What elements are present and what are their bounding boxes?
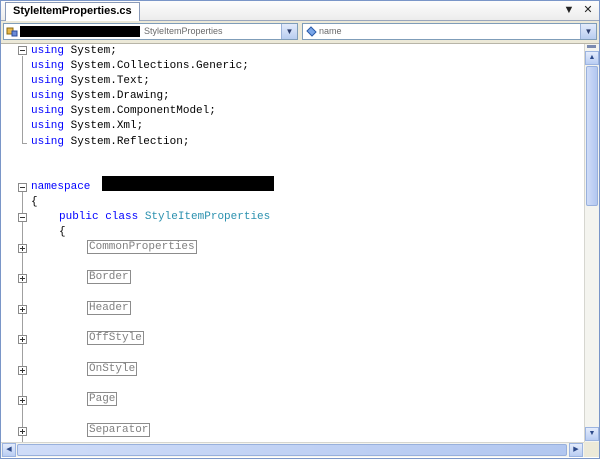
navigation-bar: StyleItemProperties ▼ name ▼ (1, 21, 599, 44)
scroll-down-button[interactable]: ▼ (585, 427, 599, 441)
code-line-using: using System.Text; (31, 75, 150, 87)
code-line-using: using System; (31, 45, 117, 57)
collapsed-region[interactable]: Page (87, 392, 118, 407)
code-line-brace: { (31, 196, 38, 208)
outline-guide-end (22, 143, 27, 144)
tab-styleitemproperties-cs[interactable]: StyleItemProperties.cs (5, 2, 140, 21)
scrollbar-corner (584, 442, 599, 457)
expand-toggle-icon[interactable] (18, 335, 27, 344)
collapse-toggle-icon[interactable] (18, 213, 27, 222)
outline-guide (22, 56, 23, 143)
code-line-using: using System.ComponentModel; (31, 105, 216, 117)
scroll-right-button[interactable]: ▶ (569, 443, 583, 457)
type-dropdown-value: StyleItemProperties (144, 26, 223, 36)
expand-toggle-icon[interactable] (18, 244, 27, 253)
collapsed-region[interactable]: Separator (87, 423, 151, 438)
horizontal-scrollbar[interactable]: ◀ ▶ (1, 442, 584, 457)
chevron-down-icon[interactable]: ▼ (281, 24, 297, 39)
type-dropdown[interactable]: StyleItemProperties ▼ (3, 23, 298, 40)
expand-toggle-icon[interactable] (18, 274, 27, 283)
document-tab-strip: StyleItemProperties.cs ▼ ✕ (1, 1, 599, 21)
scroll-left-button[interactable]: ◀ (2, 443, 16, 457)
code-line-namespace: namespace (31, 181, 91, 193)
class-icon (6, 27, 18, 37)
collapse-toggle-icon[interactable] (18, 46, 27, 55)
tab-list-dropdown-icon[interactable]: ▼ (562, 3, 576, 17)
redacted-namespace-name (102, 176, 274, 191)
vertical-scrollbar[interactable]: ▲ ▼ (584, 44, 599, 442)
collapsed-region[interactable]: OffStyle (87, 331, 144, 346)
member-dropdown-value: name (319, 26, 342, 36)
expand-toggle-icon[interactable] (18, 396, 27, 405)
collapsed-region[interactable]: Header (87, 301, 131, 316)
split-handle[interactable] (587, 45, 596, 48)
expand-toggle-icon[interactable] (18, 305, 27, 314)
code-line-using: using System.Collections.Generic; (31, 60, 249, 72)
expand-toggle-icon[interactable] (18, 427, 27, 436)
redacted-namespace (20, 26, 140, 37)
chevron-down-icon[interactable]: ▼ (580, 24, 596, 39)
scroll-up-button[interactable]: ▲ (585, 51, 599, 65)
code-line-using: using System.Drawing; (31, 90, 170, 102)
collapsed-region[interactable]: Border (87, 270, 131, 285)
collapse-toggle-icon[interactable] (18, 183, 27, 192)
vertical-scroll-thumb[interactable] (586, 66, 598, 206)
code-editor[interactable]: using System; using System.Collections.G… (1, 44, 584, 442)
code-line-using: using System.Reflection; (31, 136, 190, 148)
code-line-using: using System.Xml; (31, 120, 144, 132)
close-icon[interactable]: ✕ (581, 3, 595, 17)
code-editor-window: StyleItemProperties.cs ▼ ✕ StyleItemProp… (0, 0, 600, 459)
code-line-brace: { (59, 226, 66, 238)
expand-toggle-icon[interactable] (18, 366, 27, 375)
member-dropdown[interactable]: name ▼ (302, 23, 597, 40)
field-icon (306, 26, 317, 37)
horizontal-scroll-thumb[interactable] (17, 444, 567, 456)
code-line-class: public class StyleItemProperties (59, 211, 271, 223)
collapsed-region[interactable]: CommonProperties (87, 240, 197, 255)
collapsed-region[interactable]: OnStyle (87, 362, 138, 377)
